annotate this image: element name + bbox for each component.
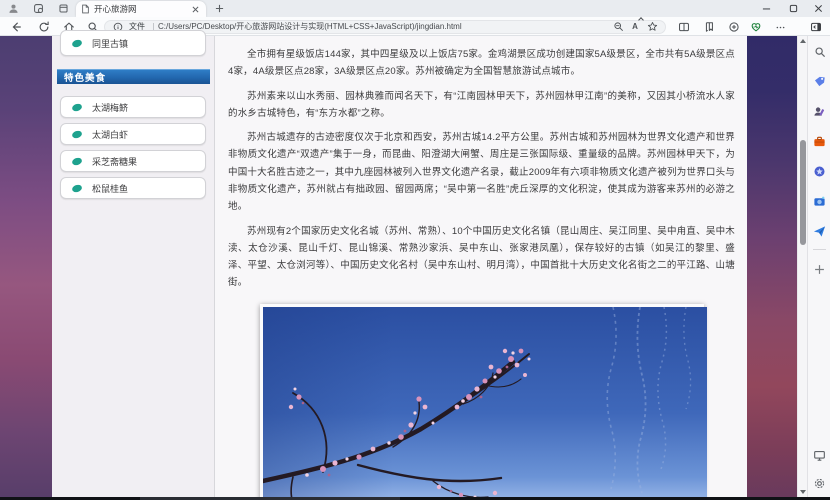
article-paragraph: 苏州素来以山水秀丽、园林典雅而闻名天下，有“江南园林甲天下，苏州园林甲江南”的美… [228,88,735,123]
tab-title: 开心旅游网 [94,3,190,15]
leaf-icon [71,183,83,193]
article-paragraph: 苏州现有2个国家历史文化名城（苏州、常熟）、10个中国历史文化名镇（昆山周庄、吴… [228,223,735,292]
games-badge-icon[interactable] [812,164,827,179]
sidebar-item-label: 采芝斋糖果 [92,155,137,168]
page-favicon [81,4,90,14]
minimize-button[interactable] [754,0,778,17]
sidebar-item-label: 太湖白虾 [92,128,128,141]
leaf-icon [71,129,83,139]
image-camera-icon[interactable] [812,194,827,209]
maximize-button[interactable] [781,0,805,17]
leaf-icon [71,102,83,112]
sidebar-toggle-icon[interactable] [808,20,824,34]
profile-icon[interactable] [6,2,20,15]
article-paragraph: 苏州古城遗存的古迹密度仅次于北京和西安，苏州古城14.2平方公里。苏州古城和苏州… [228,129,735,215]
sidebar-section-header: 特色美食 [57,69,210,84]
workspaces-icon[interactable] [31,2,45,15]
add-apps-icon[interactable] [812,262,827,277]
url-text: C:/Users/PC/Desktop/开心旅游网站设计与实现(HTML+CSS… [158,21,608,32]
tab-strip: 开心旅游网 [0,0,830,17]
vertical-scrollbar[interactable] [797,36,807,497]
sidebar-item-tongli[interactable]: 同里古镇 [60,30,206,56]
scrollbar-thumb[interactable] [800,140,806,245]
article-content: 全市拥有星级饭店144家，其中四星级及以上饭店75家。金鸡湖景区成功创建国家5A… [216,36,747,497]
close-window-button[interactable] [806,0,830,17]
edge-sidebar [807,36,830,497]
new-tab-button[interactable] [212,2,226,15]
sidebar-item-label: 太湖梅鲚 [92,101,128,114]
scroll-up-arrow-icon[interactable] [800,39,806,43]
zoom-out-icon[interactable] [611,21,625,33]
page-background-right [747,36,797,497]
leaf-icon [71,38,83,48]
screen-monitor-icon[interactable] [812,448,827,463]
sidebar-item-food-3[interactable]: 采芝斋糖果 [60,150,206,172]
browser-essentials-icon[interactable] [748,20,764,34]
tab-close-icon[interactable] [190,4,201,15]
collections-icon[interactable] [701,20,717,34]
scenery-photo [260,304,704,497]
people-icon[interactable] [812,104,827,119]
sidebar-item-food-4[interactable]: 松鼠桂鱼 [60,177,206,199]
sidebar-item-label: 同里古镇 [92,37,128,50]
sidebar-item-food-2[interactable]: 太湖白虾 [60,123,206,145]
page-sidebar: 同里古镇 特色美食 太湖梅鲚 太湖白虾 采芝斋糖果 松鼠桂鱼 [52,36,215,497]
tools-briefcase-icon[interactable] [812,134,827,149]
shopping-tag-icon[interactable] [812,74,827,89]
article-paragraph: 全市拥有星级饭店144家，其中四星级及以上饭店75家。金鸡湖景区成功创建国家5A… [228,46,735,81]
tab-actions-icon[interactable] [56,2,70,15]
favorite-star-icon[interactable] [645,21,659,33]
page-background-left [0,36,52,497]
back-icon[interactable] [8,20,24,34]
sidebar-search-icon[interactable] [812,44,827,59]
leaf-icon [71,156,83,166]
extensions-icon[interactable] [726,20,742,34]
sidebar-divider [813,249,826,250]
drop-paper-plane-icon[interactable] [812,224,827,239]
read-aloud-icon[interactable]: A [628,21,642,33]
scroll-down-arrow-icon[interactable] [800,490,806,494]
more-options-icon[interactable] [772,20,788,34]
sidebar-item-food-1[interactable]: 太湖梅鲚 [60,96,206,118]
sidebar-item-label: 松鼠桂鱼 [92,182,128,195]
settings-gear-icon[interactable] [812,476,827,491]
web-page: 同里古镇 特色美食 太湖梅鲚 太湖白虾 采芝斋糖果 松鼠桂鱼 全市拥有星级饭店1 [0,36,830,497]
refresh-icon[interactable] [36,20,52,34]
active-tab[interactable]: 开心旅游网 [76,1,206,17]
split-screen-icon[interactable] [676,20,692,34]
browser-window: 开心旅游网 [0,0,830,500]
